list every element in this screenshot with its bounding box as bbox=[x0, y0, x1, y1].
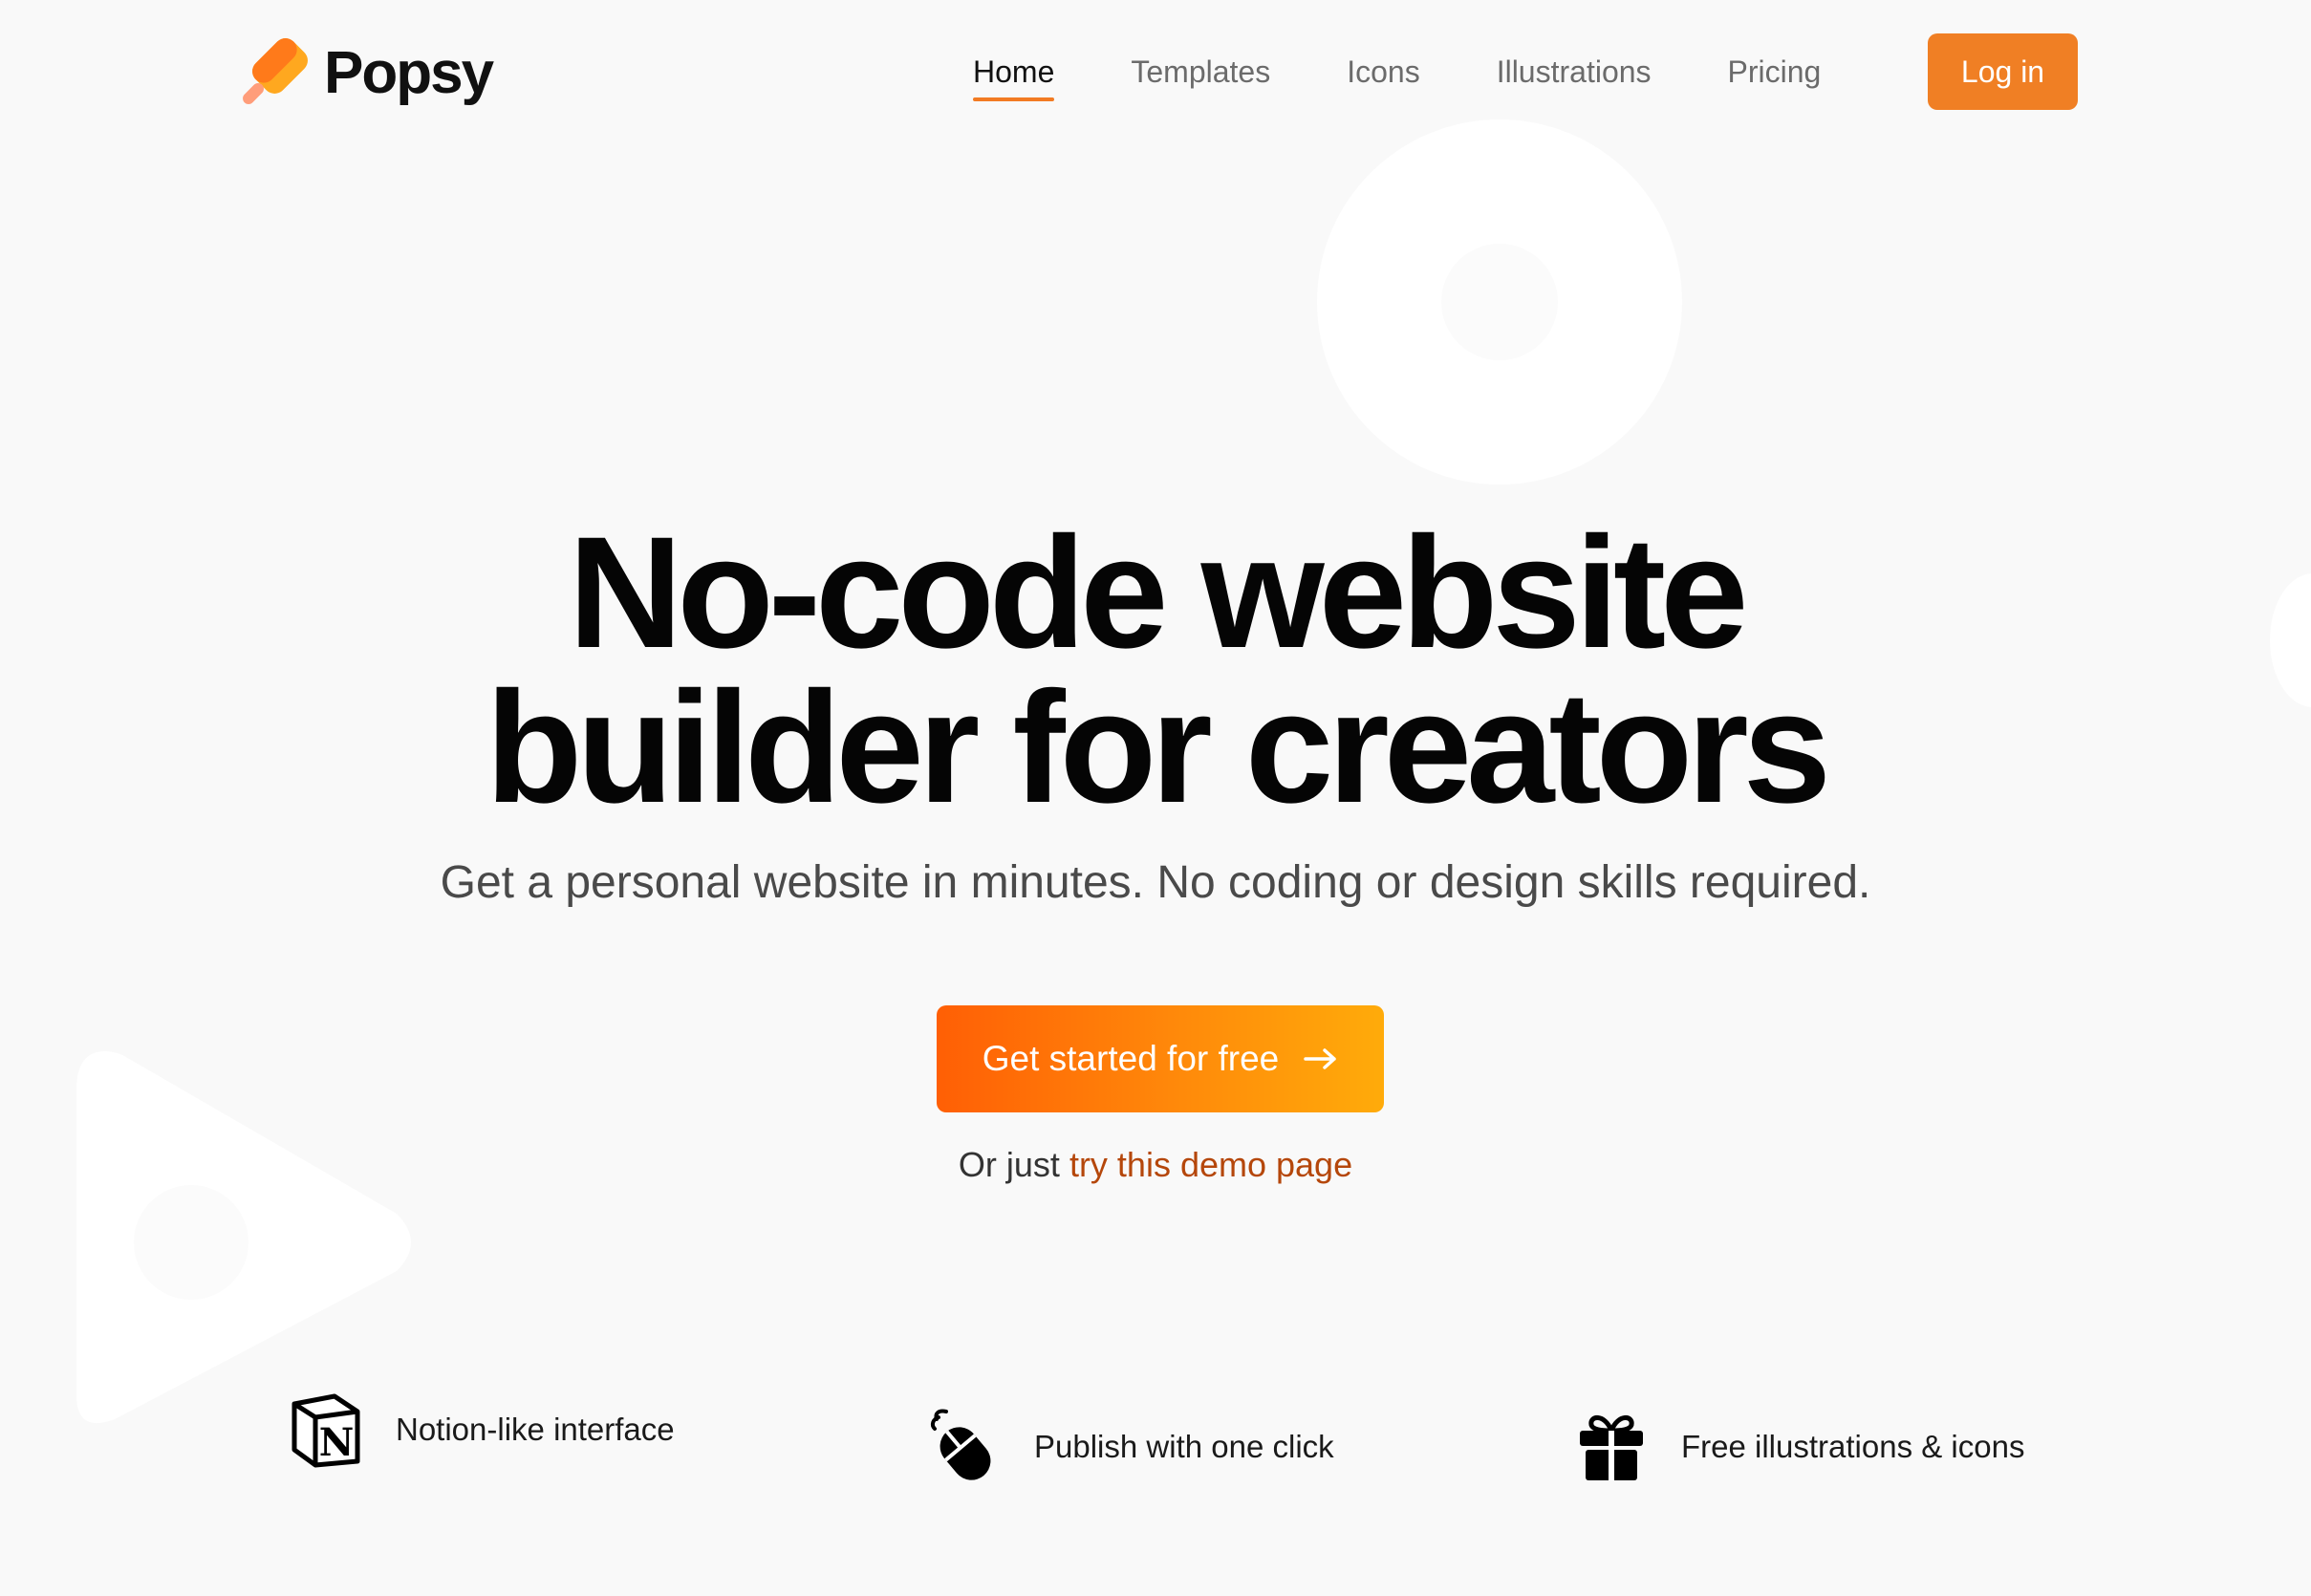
hero-title-line-2: builder for creators bbox=[485, 659, 1831, 836]
hero-title: No-code website builder for creators bbox=[0, 505, 2311, 836]
nav-icons[interactable]: Icons bbox=[1347, 47, 1419, 97]
arrow-right-icon bbox=[1304, 1048, 1337, 1069]
demo-line: Or just try this demo page bbox=[0, 1145, 2311, 1185]
mouse-click-icon bbox=[930, 1409, 991, 1480]
decorative-triangle bbox=[76, 1051, 411, 1424]
get-started-label: Get started for free bbox=[982, 1039, 1280, 1078]
hero-title-line-1: No-code website bbox=[568, 505, 1748, 681]
hero-subtitle: Get a personal website in minutes. No co… bbox=[440, 857, 1871, 908]
feature-illustrations-label: Free illustrations & icons bbox=[1681, 1429, 2025, 1464]
main-nav: Home Templates Icons Illustrations Prici… bbox=[973, 32, 1897, 111]
site-header: Popsy Home Templates Icons Illustrations… bbox=[0, 0, 2311, 145]
feature-publish: Publish with one click bbox=[925, 1408, 1334, 1486]
get-started-button[interactable]: Get started for free bbox=[937, 1005, 1384, 1112]
nav-pricing[interactable]: Pricing bbox=[1728, 47, 1822, 97]
demo-prefix: Or just bbox=[958, 1145, 1060, 1184]
login-button[interactable]: Log in bbox=[1928, 33, 2078, 110]
feature-notion-label: Notion-like interface bbox=[396, 1412, 675, 1447]
nav-home[interactable]: Home bbox=[973, 47, 1055, 101]
feature-illustrations: Free illustrations & icons bbox=[1572, 1408, 2024, 1486]
decorative-circle-inner bbox=[1441, 244, 1558, 360]
notion-icon: N bbox=[292, 1393, 360, 1468]
feature-publish-label: Publish with one click bbox=[1034, 1429, 1334, 1464]
popsicle-logo-icon bbox=[243, 38, 308, 104]
nav-templates[interactable]: Templates bbox=[1131, 47, 1270, 97]
brand-name: Popsy bbox=[324, 39, 494, 106]
gift-icon bbox=[1580, 1415, 1643, 1480]
svg-text:N: N bbox=[319, 1420, 355, 1465]
demo-page-link[interactable]: try this demo page bbox=[1069, 1145, 1352, 1184]
feature-notion: N Notion-like interface bbox=[287, 1391, 675, 1469]
nav-illustrations[interactable]: Illustrations bbox=[1497, 47, 1652, 97]
logo[interactable]: Popsy bbox=[242, 34, 494, 111]
